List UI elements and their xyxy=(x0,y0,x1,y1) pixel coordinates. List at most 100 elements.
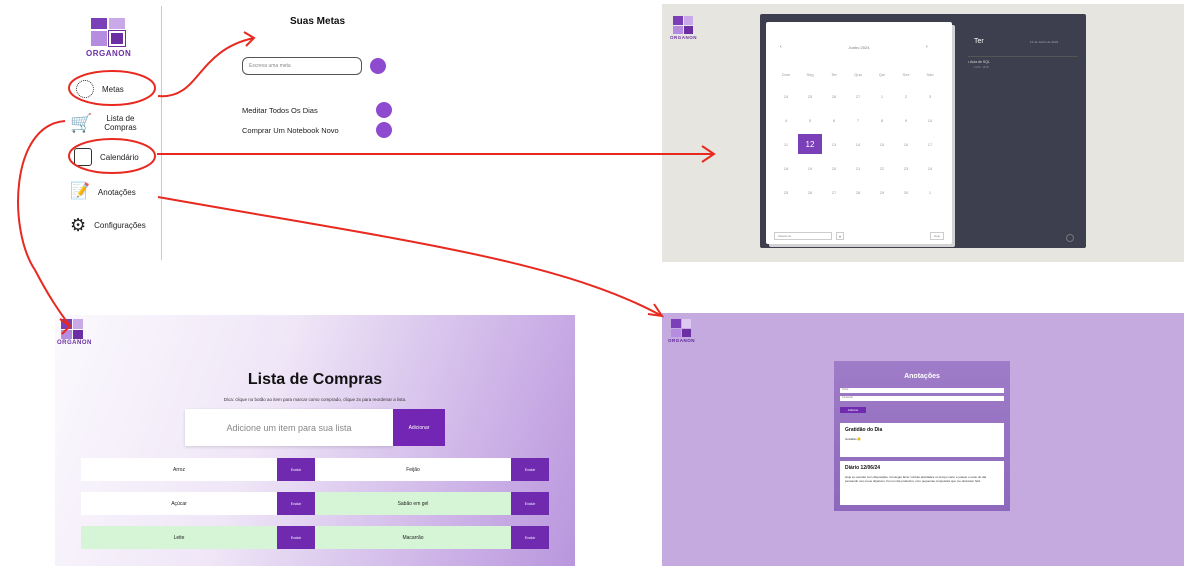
add-goal-button[interactable] xyxy=(370,58,386,74)
calendar-day[interactable]: 10 xyxy=(920,118,940,123)
view-select-chevron-icon[interactable]: ▾ xyxy=(836,232,844,240)
side-divider xyxy=(968,56,1078,57)
calendar-day[interactable]: 11 xyxy=(776,142,796,147)
calendar-day[interactable]: 15 xyxy=(872,142,892,147)
note-title-input[interactable]: Título xyxy=(840,388,1004,393)
logo-square xyxy=(108,30,126,47)
calendar-day[interactable]: 18 xyxy=(776,166,796,171)
gear-icon: ⚙ xyxy=(70,215,87,235)
calendar-day[interactable]: 9 xyxy=(896,118,916,123)
sidebar-divider xyxy=(161,6,162,260)
shopping-item[interactable]: Arroz Excluir xyxy=(81,458,315,481)
nav-item-calendar[interactable]: Calendário xyxy=(74,148,139,166)
event-item[interactable]: • Aula de SQL xyxy=(968,60,990,64)
shopping-item[interactable]: Açúcar Excluir xyxy=(81,492,315,515)
nav-label: Lista de Compras xyxy=(104,114,137,132)
calendar-day[interactable]: 17 xyxy=(920,142,940,147)
goal-item[interactable]: Meditar Todos Os Dias xyxy=(242,102,392,118)
calendar-day[interactable]: 14 xyxy=(848,142,868,147)
shopping-item-label[interactable]: Macarrão xyxy=(315,526,511,549)
goal-text: Comprar Um Notebook Novo xyxy=(242,125,339,135)
calendar-day[interactable]: 24 xyxy=(776,94,796,99)
calendar-day[interactable]: 1 xyxy=(872,94,892,99)
add-note-button[interactable]: Adicionar xyxy=(840,407,866,413)
calendar-day[interactable]: 25 xyxy=(800,94,820,99)
note-title: Gratidão do Dia xyxy=(845,427,883,433)
calendar-day[interactable]: 30 xyxy=(896,190,916,195)
shopping-cart-icon: 🛒 xyxy=(70,113,93,133)
calendar-day[interactable]: 27 xyxy=(848,94,868,99)
shopping-item-label[interactable]: Leite xyxy=(81,526,277,549)
calendar-day[interactable]: 4 xyxy=(776,118,796,123)
logo-square xyxy=(671,328,681,337)
shopping-item[interactable]: Sabão em gel Excluir xyxy=(315,492,549,515)
shopping-item[interactable]: Macarrão Excluir xyxy=(315,526,549,549)
calendar-day[interactable]: 24 xyxy=(920,166,940,171)
weekday-label: Qua xyxy=(854,72,862,77)
view-select[interactable]: Selecione xyxy=(774,232,832,240)
goal-check-button[interactable] xyxy=(376,122,392,138)
calendar-day[interactable]: 13 xyxy=(824,142,844,147)
selected-day[interactable]: 12 xyxy=(798,134,822,154)
calendar-day[interactable]: 6 xyxy=(824,118,844,123)
weekday-label: Seg xyxy=(806,72,814,77)
calendar-day[interactable]: 28 xyxy=(848,190,868,195)
today-button[interactable]: Hoje xyxy=(930,232,944,240)
goals-panel: ORGANON Metas 🛒 Lista de Compras Calendá… xyxy=(0,0,574,262)
remove-item-button[interactable]: Excluir xyxy=(511,458,549,481)
add-item-button[interactable]: Adicionar xyxy=(393,409,445,446)
weekday-label: Dom xyxy=(781,72,791,77)
remove-item-button[interactable]: Excluir xyxy=(511,526,549,549)
calendar-day[interactable]: 29 xyxy=(872,190,892,195)
logo-square xyxy=(61,329,72,339)
add-event-icon[interactable] xyxy=(1066,234,1074,242)
calendar-day[interactable]: 19 xyxy=(800,166,820,171)
calendar-day[interactable]: 1 xyxy=(920,190,940,195)
shopping-item[interactable]: Feijão Excluir xyxy=(315,458,549,481)
side-day: Ter xyxy=(974,38,984,45)
calendar-day[interactable]: 22 xyxy=(872,166,892,171)
remove-item-button[interactable]: Excluir xyxy=(277,458,315,481)
calendar-day[interactable]: 2 xyxy=(896,94,916,99)
organon-logo[interactable]: ORGANON xyxy=(86,18,131,58)
goal-item[interactable]: Comprar Um Notebook Novo xyxy=(242,122,392,138)
goal-input[interactable]: Escreva uma meta xyxy=(242,57,362,75)
shopping-item-label[interactable]: Sabão em gel xyxy=(315,492,511,515)
nav-item-notes[interactable]: 📝 Anotações xyxy=(70,183,136,201)
shopping-item-label[interactable]: Açúcar xyxy=(81,492,277,515)
note-card[interactable]: Gratidão do Dia Gratidão 😊 xyxy=(840,423,1004,457)
nav-item-metas[interactable]: Metas xyxy=(76,80,124,98)
calendar-day[interactable]: 26 xyxy=(800,190,820,195)
remove-item-button[interactable]: Excluir xyxy=(511,492,549,515)
event-time: 14:00 - 15:00 xyxy=(974,66,989,69)
calendar-day[interactable]: 7 xyxy=(848,118,868,123)
shopping-item-label[interactable]: Feijão xyxy=(315,458,511,481)
calendar-day[interactable]: 16 xyxy=(896,142,916,147)
calendar-day[interactable]: 21 xyxy=(848,166,868,171)
item-input[interactable]: Adicione um item para sua lista xyxy=(185,409,393,446)
nav-item-shopping-list[interactable]: 🛒 Lista de Compras xyxy=(70,114,150,132)
organon-logo[interactable]: ORGANON xyxy=(57,319,91,346)
calendar-day[interactable]: 25 xyxy=(776,190,796,195)
calendar-day[interactable]: 5 xyxy=(800,118,820,123)
organon-logo[interactable]: ORGANON xyxy=(668,319,695,343)
calendar-day[interactable]: 3 xyxy=(920,94,940,99)
calendar-day[interactable]: 8 xyxy=(872,118,892,123)
note-content-input[interactable]: Conteúdo xyxy=(840,396,1004,401)
calendar-day[interactable]: 26 xyxy=(824,94,844,99)
shopping-item[interactable]: Leite Excluir xyxy=(81,526,315,549)
shopping-item-label[interactable]: Arroz xyxy=(81,458,277,481)
goal-check-button[interactable] xyxy=(376,102,392,118)
logo-square xyxy=(72,319,83,329)
calendar-day[interactable]: 27 xyxy=(824,190,844,195)
calendar-day[interactable]: 23 xyxy=(896,166,916,171)
note-card[interactable]: Diário 12/06/24 Hoje eu acordei com disp… xyxy=(840,461,1004,505)
organon-logo[interactable]: ORGANON xyxy=(670,16,697,40)
weekday-label: Sex xyxy=(902,72,910,77)
calendar-day[interactable]: 20 xyxy=(824,166,844,171)
nav-item-settings[interactable]: ⚙ Configurações xyxy=(70,216,146,234)
remove-item-button[interactable]: Excluir xyxy=(277,526,315,549)
remove-item-button[interactable]: Excluir xyxy=(277,492,315,515)
note-body: Hoje eu acordei com disposição. Consegui… xyxy=(845,475,987,483)
logo-square xyxy=(683,25,693,34)
